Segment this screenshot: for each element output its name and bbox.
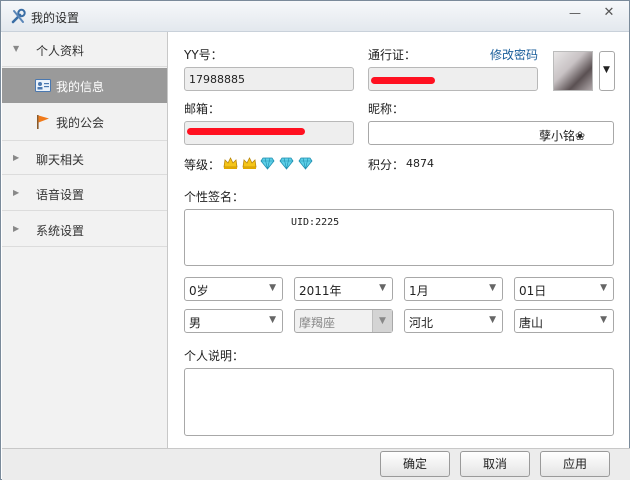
city-value: 唐山 xyxy=(519,316,544,330)
signature-text: UID:2225 xyxy=(291,217,340,228)
crown-icon xyxy=(223,157,238,169)
birth-month-select[interactable]: 1月 ▼ xyxy=(404,277,503,301)
triangle-right-icon: ▶ xyxy=(13,188,20,197)
triangle-right-icon: ▶ xyxy=(13,224,20,233)
minimize-button[interactable]: — xyxy=(563,4,587,22)
redaction-mark xyxy=(371,77,435,84)
nickname-label: 昵称： xyxy=(368,102,405,116)
chevron-down-icon: ▼ xyxy=(269,283,276,293)
sidebar-group-label: 系统设置 xyxy=(36,224,85,238)
crown-icon xyxy=(242,157,257,169)
province-select[interactable]: 河北 ▼ xyxy=(404,309,503,333)
zodiac-select: 摩羯座 ▼ xyxy=(294,309,393,333)
wrench-screwdriver-icon xyxy=(11,8,26,24)
sidebar-item-label: 我的公会 xyxy=(56,116,105,130)
age-select[interactable]: 0岁 ▼ xyxy=(184,277,283,301)
settings-window: 我的设置 — ✕ ▼ 个人资料 我的信息 我的公会 ▶ 聊天相关 ▶ 语音设置 … xyxy=(0,0,630,480)
settings-sidebar: ▼ 个人资料 我的信息 我的公会 ▶ 聊天相关 ▶ 语音设置 ▶ 系统设置 xyxy=(2,32,168,448)
cancel-button[interactable]: 取消 xyxy=(460,451,530,477)
sidebar-group-label: 语音设置 xyxy=(36,188,85,202)
sidebar-group-voice[interactable]: ▶ 语音设置 xyxy=(2,176,167,211)
birth-year-value: 2011年 xyxy=(299,284,342,298)
chevron-down-icon: ▼ xyxy=(600,315,607,325)
birth-month-value: 1月 xyxy=(409,284,429,298)
diamond-icon xyxy=(298,157,313,170)
close-button[interactable]: ✕ xyxy=(597,4,621,22)
avatar-dropdown-button[interactable]: ▼ xyxy=(599,51,615,91)
title-bar[interactable]: 我的设置 — ✕ xyxy=(1,1,629,32)
ok-button[interactable]: 确定 xyxy=(380,451,450,477)
sidebar-group-chat[interactable]: ▶ 聊天相关 xyxy=(2,140,167,175)
chevron-down-icon: ▼ xyxy=(269,315,276,325)
zodiac-value: 摩羯座 xyxy=(299,316,336,330)
description-label: 个人说明： xyxy=(184,349,245,363)
chevron-down-icon: ▼ xyxy=(372,310,392,332)
age-value: 0岁 xyxy=(189,284,209,298)
passport-label: 通行证： xyxy=(368,48,417,62)
sidebar-group-label: 聊天相关 xyxy=(36,153,85,167)
nickname-field[interactable]: 孽小铭❀ xyxy=(368,121,614,145)
birth-day-select[interactable]: 01日 ▼ xyxy=(514,277,614,301)
chevron-down-icon: ▼ xyxy=(600,283,607,293)
gender-select[interactable]: 男 ▼ xyxy=(184,309,283,333)
chevron-down-icon: ▼ xyxy=(379,283,386,293)
window-title: 我的设置 xyxy=(31,11,80,25)
passport-field xyxy=(368,67,538,91)
sidebar-item-my-guild[interactable]: 我的公会 xyxy=(2,104,167,139)
chevron-down-icon: ▼ xyxy=(489,315,496,325)
birth-year-select[interactable]: 2011年 ▼ xyxy=(294,277,393,301)
triangle-down-icon: ▼ xyxy=(13,44,20,53)
signature-textarea[interactable] xyxy=(184,209,614,266)
chevron-down-icon: ▼ xyxy=(489,283,496,293)
diamond-icon xyxy=(279,157,294,170)
apply-button[interactable]: 应用 xyxy=(540,451,610,477)
sidebar-group-label: 个人资料 xyxy=(36,44,85,58)
avatar[interactable] xyxy=(553,51,593,91)
sidebar-group-profile[interactable]: ▼ 个人资料 xyxy=(2,32,167,67)
id-card-icon xyxy=(35,79,51,92)
city-select[interactable]: 唐山 ▼ xyxy=(514,309,614,333)
chevron-down-icon: ▼ xyxy=(603,65,610,75)
birth-day-value: 01日 xyxy=(519,284,547,298)
description-textarea[interactable] xyxy=(184,368,614,436)
gender-value: 男 xyxy=(189,316,202,330)
signature-label: 个性签名： xyxy=(184,190,245,204)
yy-number-label: YY号： xyxy=(184,48,223,62)
level-label: 等级： xyxy=(184,158,221,172)
redaction-mark xyxy=(187,128,305,135)
diamond-icon xyxy=(260,157,275,170)
province-value: 河北 xyxy=(409,316,434,330)
sidebar-item-my-info[interactable]: 我的信息 xyxy=(2,68,167,103)
points-value: 4874 xyxy=(406,157,434,170)
email-field xyxy=(184,121,354,145)
email-label: 邮箱： xyxy=(184,102,221,116)
sidebar-item-label: 我的信息 xyxy=(56,80,105,94)
flag-icon xyxy=(37,115,49,129)
change-password-link[interactable]: 修改密码 xyxy=(490,46,538,63)
sidebar-group-system[interactable]: ▶ 系统设置 xyxy=(2,212,167,247)
points-label: 积分： xyxy=(368,158,405,172)
footer-bar xyxy=(2,448,630,480)
triangle-right-icon: ▶ xyxy=(13,153,20,162)
yy-number-field: 17988885 xyxy=(184,67,354,91)
